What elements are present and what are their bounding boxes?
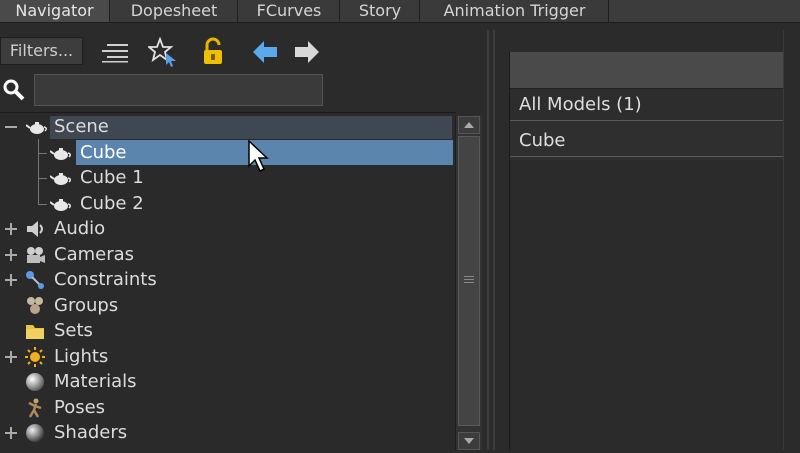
camera-icon — [24, 244, 46, 266]
tree-label-shaders: Shaders — [54, 422, 128, 443]
tree-label-lights: Lights — [54, 346, 109, 367]
chevron-up-icon — [464, 122, 474, 128]
tab-bar: Navigator Dopesheet FCurves Story Animat… — [0, 0, 800, 23]
tree-label-cube-2: Cube 2 — [80, 193, 144, 214]
scroll-down-button[interactable] — [458, 432, 480, 450]
audio-icon — [24, 218, 46, 240]
tree-label-groups: Groups — [54, 295, 119, 316]
tree-row-audio[interactable]: Audio — [0, 217, 456, 241]
tree-row-materials[interactable]: Materials — [0, 370, 456, 394]
tree-row-scene[interactable]: Scene — [0, 115, 456, 139]
groups-icon — [24, 295, 46, 317]
arrow-right-icon[interactable] — [292, 37, 322, 67]
collapse-icon[interactable] — [4, 120, 18, 134]
tree-label-constraints: Constraints — [54, 269, 157, 290]
models-panel: All Models (1) Cube — [509, 52, 784, 450]
chevron-down-icon — [464, 438, 474, 444]
filters-button[interactable]: Filters... — [0, 37, 83, 65]
shader-icon — [24, 422, 46, 444]
search-icon — [2, 78, 26, 102]
tree-row-cube-1[interactable]: Cube 1 — [0, 166, 456, 190]
tree-row-constraints[interactable]: Constraints — [0, 268, 456, 292]
teapot-icon — [50, 193, 72, 215]
tree-label-scene: Scene — [54, 116, 109, 137]
expand-icon[interactable] — [4, 426, 18, 440]
tree-row-groups[interactable]: Groups — [0, 294, 456, 318]
tree-row-cube-2[interactable]: Cube 2 — [0, 192, 456, 216]
tree-label-poses: Poses — [54, 397, 106, 418]
group-row-all-models[interactable]: All Models (1) — [510, 89, 783, 121]
navigator-toolbar: Filters... — [0, 23, 490, 71]
tree-label-cameras: Cameras — [54, 244, 135, 265]
grip-icon — [464, 276, 474, 283]
pose-icon — [24, 397, 46, 419]
tab-navigator[interactable]: Navigator — [0, 0, 110, 22]
mouse-cursor-icon — [248, 140, 269, 173]
tree-label-cube-1: Cube 1 — [80, 167, 144, 188]
tree-label-cube: Cube — [80, 142, 127, 163]
lock-icon[interactable] — [198, 37, 228, 67]
scroll-thumb[interactable] — [458, 136, 480, 426]
scene-tree[interactable]: Scene Cube Cube 1 Cube 2 Audio Cameras C… — [0, 112, 456, 451]
panel-splitter[interactable] — [484, 30, 500, 450]
tab-dopesheet[interactable]: Dopesheet — [111, 0, 238, 22]
teapot-icon — [50, 167, 72, 189]
tree-label-materials: Materials — [54, 371, 137, 392]
tab-fcurves[interactable]: FCurves — [239, 0, 340, 22]
model-row-cube[interactable]: Cube — [510, 125, 783, 157]
tree-row-cube[interactable]: Cube — [0, 141, 456, 165]
tree-label-sets: Sets — [54, 320, 93, 341]
arrow-left-icon[interactable] — [250, 37, 280, 67]
teapot-icon — [50, 142, 72, 164]
models-panel-header — [510, 52, 783, 89]
models-list-empty-area — [510, 160, 783, 450]
constraint-icon — [24, 269, 46, 291]
search-input[interactable] — [34, 74, 323, 106]
expand-icon[interactable] — [4, 350, 18, 364]
light-icon — [24, 346, 46, 368]
tree-row-cameras[interactable]: Cameras — [0, 243, 456, 267]
tree-row-lights[interactable]: Lights — [0, 345, 456, 369]
scroll-up-button[interactable] — [458, 116, 480, 134]
tree-row-shaders[interactable]: Shaders — [0, 421, 456, 445]
material-sphere-icon — [24, 371, 46, 393]
expand-icon[interactable] — [4, 273, 18, 287]
tree-row-poses[interactable]: Poses — [0, 396, 456, 420]
expand-icon[interactable] — [4, 248, 18, 262]
star-select-icon[interactable] — [148, 37, 178, 67]
tab-animation-trigger[interactable]: Animation Trigger — [421, 0, 609, 22]
list-view-icon[interactable] — [100, 37, 130, 67]
tab-story[interactable]: Story — [341, 0, 420, 22]
right-edge — [783, 30, 800, 450]
expand-icon[interactable] — [4, 222, 18, 236]
tree-label-audio: Audio — [54, 218, 106, 239]
tree-row-sets[interactable]: Sets — [0, 319, 456, 343]
teapot-icon — [26, 116, 48, 138]
tree-scrollbar[interactable] — [455, 116, 482, 450]
folder-icon — [24, 320, 46, 342]
